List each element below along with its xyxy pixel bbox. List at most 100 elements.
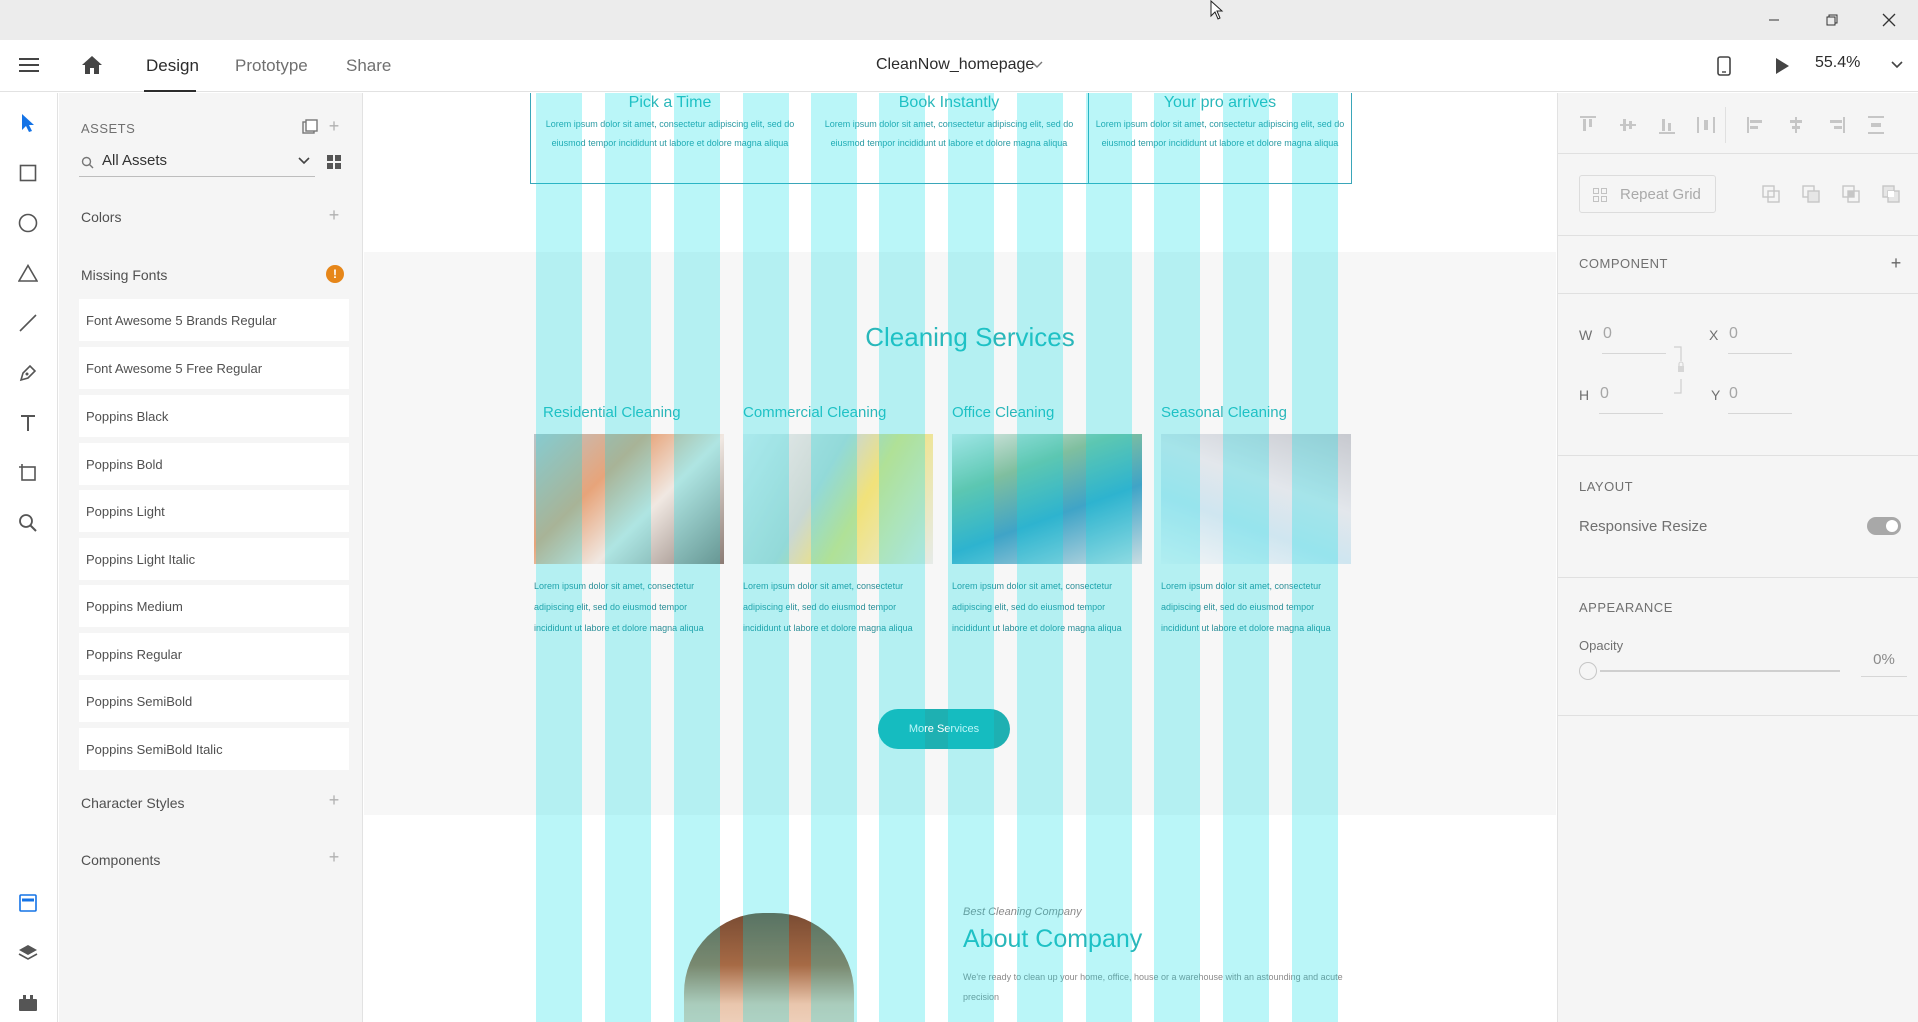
layout-section-title: LAYOUT: [1579, 479, 1634, 494]
align-bottom-icon[interactable]: [1657, 115, 1677, 135]
rectangle-tool-icon[interactable]: [15, 160, 41, 186]
add-asset-icon[interactable]: +: [327, 117, 341, 135]
width-field[interactable]: 0: [1603, 325, 1612, 343]
responsive-resize-label: Responsive Resize: [1579, 518, 1708, 535]
font-item[interactable]: Poppins SemiBold: [79, 680, 349, 722]
boolean-add-icon[interactable]: [1762, 185, 1780, 203]
tab-share[interactable]: Share: [346, 56, 391, 76]
layout-grid-column: [1154, 93, 1200, 1022]
repeat-grid-label: Repeat Grid: [1620, 186, 1701, 203]
active-tab-indicator: [144, 90, 196, 92]
font-item[interactable]: Font Awesome 5 Brands Regular: [79, 299, 349, 341]
missing-fonts-title[interactable]: Missing Fonts: [81, 267, 167, 283]
height-field[interactable]: 0: [1600, 385, 1609, 403]
align-left-icon[interactable]: [1746, 115, 1766, 135]
character-styles-title[interactable]: Character Styles: [81, 795, 184, 811]
font-item[interactable]: Poppins Bold: [79, 443, 349, 485]
lock-aspect-icon[interactable]: [1672, 345, 1690, 395]
artboard-cleannow-homepage[interactable]: Pick a Time Lorem ipsum dolor sit amet, …: [364, 93, 1556, 1022]
toolbar-divider: [1725, 107, 1726, 143]
search-icon: [81, 156, 94, 169]
font-item[interactable]: Font Awesome 5 Free Regular: [79, 347, 349, 389]
width-field-underline: [1602, 353, 1666, 354]
divider: [1558, 153, 1918, 154]
layout-grid-column: [1017, 93, 1063, 1022]
appearance-section-title: APPEARANCE: [1579, 600, 1673, 615]
x-field-underline: [1728, 353, 1792, 354]
add-component-state-icon[interactable]: +: [1889, 254, 1903, 272]
y-field[interactable]: 0: [1729, 385, 1738, 403]
device-preview-icon[interactable]: [1714, 54, 1734, 78]
opacity-slider-handle[interactable]: [1579, 662, 1597, 680]
font-item[interactable]: Poppins Black: [79, 395, 349, 437]
layout-grid-column: [605, 93, 651, 1022]
y-label: Y: [1711, 387, 1721, 403]
align-middle-icon[interactable]: [1618, 115, 1638, 135]
window-title-bar: [0, 0, 1918, 40]
tool-rail: [0, 93, 58, 1022]
repeat-grid-icon: [1593, 188, 1607, 202]
zoom-level[interactable]: 55.4%: [1815, 54, 1860, 72]
align-center-icon[interactable]: [1786, 115, 1806, 135]
pen-tool-icon[interactable]: [15, 360, 41, 386]
select-tool-icon[interactable]: [15, 110, 41, 136]
height-label: H: [1579, 387, 1590, 403]
mouse-cursor-icon: [1210, 0, 1224, 20]
artboard-tool-icon[interactable]: [15, 460, 41, 486]
zoom-tool-icon[interactable]: [15, 510, 41, 536]
play-preview-icon[interactable]: [1771, 54, 1793, 78]
close-icon[interactable]: [1866, 0, 1912, 40]
boolean-subtract-icon[interactable]: [1802, 185, 1820, 203]
boolean-exclude-icon[interactable]: [1882, 185, 1900, 203]
opacity-field-underline: [1861, 676, 1907, 677]
toggle-knob: [1886, 520, 1898, 532]
align-top-icon[interactable]: [1578, 115, 1598, 135]
tab-prototype[interactable]: Prototype: [235, 56, 308, 76]
responsive-resize-toggle[interactable]: [1867, 517, 1901, 535]
document-title[interactable]: CleanNow_homepage: [876, 56, 1034, 74]
ellipse-tool-icon[interactable]: [15, 210, 41, 236]
x-field[interactable]: 0: [1729, 325, 1738, 343]
add-character-style-icon[interactable]: +: [327, 791, 341, 809]
chevron-down-icon[interactable]: [298, 157, 310, 165]
distribute-vertical-icon[interactable]: [1866, 115, 1886, 135]
tab-design[interactable]: Design: [146, 56, 199, 76]
layout-grid-column: [879, 93, 925, 1022]
layout-grid-column: [811, 93, 857, 1022]
components-title[interactable]: Components: [81, 852, 160, 868]
layers-panel-icon[interactable]: [15, 940, 41, 966]
minimize-icon[interactable]: [1751, 0, 1797, 40]
width-label: W: [1579, 327, 1593, 343]
chevron-down-icon[interactable]: [1030, 58, 1044, 72]
x-label: X: [1709, 327, 1719, 343]
align-right-icon[interactable]: [1826, 115, 1846, 135]
polygon-tool-icon[interactable]: [15, 260, 41, 286]
text-tool-icon[interactable]: [15, 410, 41, 436]
assets-panel-icon[interactable]: [15, 890, 41, 916]
hamburger-menu-icon[interactable]: [16, 54, 42, 76]
restore-icon[interactable]: [1809, 0, 1855, 40]
font-item[interactable]: Poppins Light: [79, 490, 349, 532]
add-component-icon[interactable]: +: [327, 848, 341, 866]
home-icon[interactable]: [80, 53, 104, 77]
component-section-title: COMPONENT: [1579, 256, 1668, 271]
opacity-value[interactable]: 0%: [1861, 651, 1907, 668]
opacity-slider-track[interactable]: [1600, 670, 1840, 672]
line-tool-icon[interactable]: [15, 310, 41, 336]
library-icon[interactable]: [302, 119, 318, 135]
zoom-chevron-down-icon[interactable]: [1890, 58, 1904, 72]
repeat-grid-button[interactable]: Repeat Grid: [1579, 175, 1716, 213]
divider: [1558, 577, 1918, 578]
font-item[interactable]: Poppins Light Italic: [79, 538, 349, 580]
font-item[interactable]: Poppins Regular: [79, 633, 349, 675]
add-color-icon[interactable]: +: [327, 206, 341, 224]
plugins-panel-icon[interactable]: [15, 990, 41, 1016]
grid-view-icon[interactable]: [327, 155, 341, 169]
distribute-horizontal-icon[interactable]: [1696, 115, 1716, 135]
font-item[interactable]: Poppins Medium: [79, 585, 349, 627]
boolean-intersect-icon[interactable]: [1842, 185, 1860, 203]
assets-search[interactable]: All Assets: [79, 149, 315, 177]
design-canvas[interactable]: Pick a Time Lorem ipsum dolor sit amet, …: [364, 93, 1556, 1022]
font-item[interactable]: Poppins SemiBold Italic: [79, 728, 349, 770]
colors-section-title[interactable]: Colors: [81, 209, 121, 225]
